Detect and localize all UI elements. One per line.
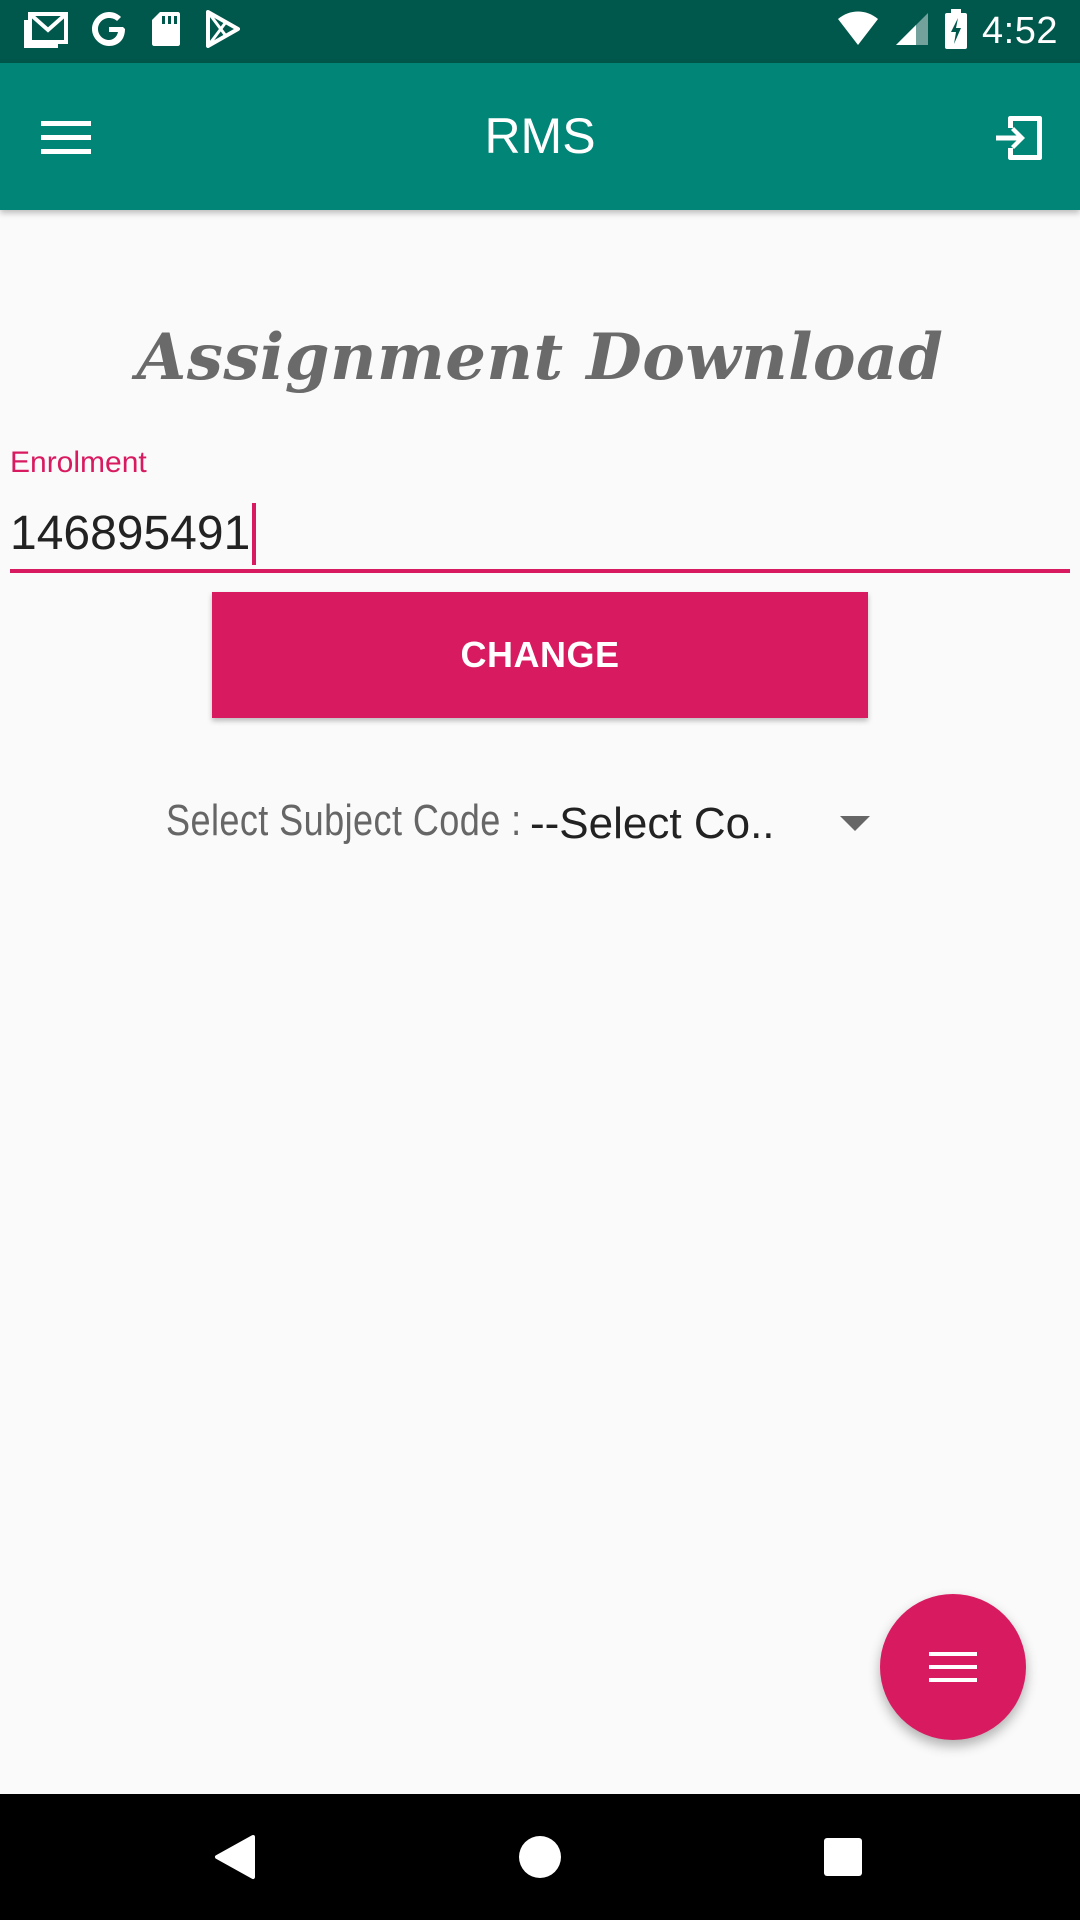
subject-code-selected: --Select Co.. bbox=[530, 799, 775, 848]
status-bar: 4:52 bbox=[0, 0, 1080, 63]
text-cursor bbox=[252, 502, 257, 565]
cellular-signal-icon bbox=[894, 11, 930, 52]
enrolment-value: 146895491 bbox=[10, 507, 251, 560]
clock: 4:52 bbox=[982, 9, 1058, 52]
subject-code-dropdown[interactable]: --Select Co.. bbox=[530, 792, 870, 856]
enrolment-label: Enrolment bbox=[10, 446, 147, 479]
menu-icon bbox=[929, 1652, 977, 1682]
back-icon bbox=[215, 1835, 255, 1879]
home-icon bbox=[519, 1836, 561, 1878]
logout-icon bbox=[996, 116, 1042, 160]
back-button[interactable] bbox=[200, 1822, 270, 1892]
recents-button[interactable] bbox=[808, 1822, 878, 1892]
battery-charging-icon bbox=[944, 8, 968, 54]
app-bar: RMS bbox=[0, 63, 1080, 210]
floating-menu-button[interactable] bbox=[880, 1594, 1026, 1740]
play-store-icon bbox=[204, 9, 240, 53]
recents-icon bbox=[824, 1838, 862, 1876]
google-icon bbox=[90, 10, 128, 53]
screen: 4:52 RMS Assignment Download Enrolment 1… bbox=[0, 0, 1080, 1920]
wifi-icon bbox=[836, 11, 880, 52]
change-button[interactable]: CHANGE bbox=[212, 592, 868, 718]
home-button[interactable] bbox=[505, 1822, 575, 1892]
subject-code-label: Select Subject Code : bbox=[166, 796, 522, 845]
app-title: RMS bbox=[484, 108, 596, 164]
enrolment-field[interactable]: 146895491 bbox=[10, 498, 1070, 573]
dropdown-arrow-icon bbox=[840, 816, 870, 831]
system-navigation-bar bbox=[0, 1794, 1080, 1920]
notification-icons bbox=[24, 9, 240, 53]
page-heading: Assignment Download bbox=[136, 320, 944, 395]
gmail-icon bbox=[24, 10, 68, 53]
system-status: 4:52 bbox=[836, 8, 1058, 54]
logout-button[interactable] bbox=[982, 103, 1058, 173]
sd-card-icon bbox=[150, 10, 182, 53]
